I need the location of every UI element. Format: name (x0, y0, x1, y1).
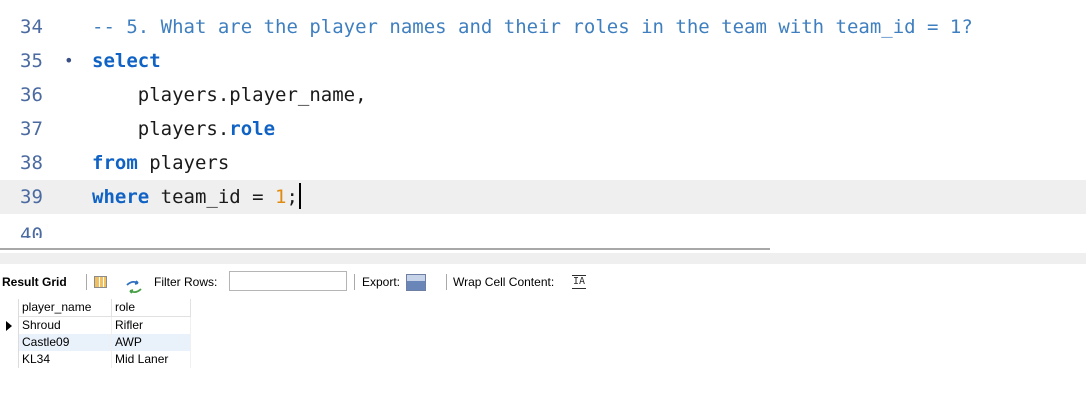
code-token: ; (286, 186, 298, 208)
result-grid-tab[interactable]: Result Grid (2, 268, 67, 296)
code-token: select (92, 50, 161, 72)
line-number: 38 (20, 152, 43, 174)
code-token: team_id = (149, 186, 276, 208)
code-text[interactable]: select (92, 44, 161, 78)
filter-rows-label: Filter Rows: (154, 275, 218, 289)
table-row[interactable]: Shroud Rifler (0, 316, 191, 334)
export-icon[interactable] (406, 274, 426, 291)
code-token: players. (92, 118, 230, 140)
cell-role[interactable]: Mid Laner (111, 351, 191, 368)
row-header[interactable] (0, 351, 19, 368)
code-text[interactable]: players.role (92, 112, 275, 146)
line-number: 40 (20, 224, 43, 238)
wrap-cell-icon[interactable]: IA (572, 275, 587, 289)
editor-line[interactable]: 36 players.player_name, (0, 78, 1086, 112)
line-number: 34 (20, 16, 43, 38)
table-row[interactable]: KL34 Mid Laner (0, 351, 191, 368)
code-token: players (137, 152, 230, 174)
cell-role[interactable]: Rifler (111, 316, 191, 334)
cell-player-name[interactable]: Shroud (18, 316, 112, 334)
column-header-player-name[interactable]: player_name (18, 299, 112, 317)
filter-rows-input[interactable] (229, 271, 347, 291)
wrap-cell-content-label: Wrap Cell Content: (453, 275, 555, 289)
row-header[interactable] (0, 334, 19, 351)
editor-line[interactable]: 35 • select (0, 44, 1086, 78)
row-header-corner (0, 299, 19, 317)
cell-role[interactable]: AWP (111, 334, 191, 351)
editor-line[interactable]: 38 from players (0, 146, 1086, 180)
cell-player-name[interactable]: Castle09 (18, 334, 112, 351)
line-number: 39 (20, 186, 43, 208)
column-header-role[interactable]: role (111, 299, 191, 317)
editor-line[interactable]: 34 -- 5. What are the player names and th… (0, 10, 1086, 44)
table-row[interactable]: Castle09 AWP (0, 334, 191, 351)
toolbar-divider (446, 274, 447, 290)
code-text[interactable]: -- 5. What are the player names and thei… (92, 10, 973, 44)
cell-player-name[interactable]: KL34 (18, 351, 112, 368)
line-number: 37 (20, 118, 43, 140)
code-token: players.player_name, (92, 84, 367, 106)
code-token: where (92, 186, 150, 208)
code-text[interactable]: where team_id = 1; (92, 180, 301, 214)
current-row-pointer-icon (6, 320, 12, 331)
toolbar-divider (86, 274, 87, 290)
code-token: -- 5. What are the player names and thei… (92, 16, 973, 38)
editor-horizontal-scrollbar[interactable] (0, 248, 770, 250)
result-grid-icon[interactable] (94, 276, 107, 288)
editor-line[interactable]: 39 where team_id = 1; (0, 180, 1086, 214)
line-number: 33 (20, 0, 43, 10)
code-token: 1 (275, 186, 287, 208)
sql-editor[interactable]: 33 34 -- 5. What are the player names and… (0, 0, 1086, 238)
export-label: Export: (362, 275, 401, 289)
result-grid[interactable]: player_name role Shroud Rifler Castle09 … (0, 299, 191, 368)
toolbar-divider (354, 274, 355, 290)
code-text[interactable]: from players (92, 146, 229, 180)
grid-header-row: player_name role (0, 299, 191, 317)
code-text[interactable]: players.player_name, (92, 78, 367, 112)
text-caret (298, 183, 301, 209)
row-header[interactable] (0, 316, 19, 334)
editor-line[interactable]: 37 players.role (0, 112, 1086, 146)
statement-marker-icon: • (64, 51, 74, 70)
panel-splitter[interactable] (0, 253, 1086, 264)
result-toolbar: Result Grid Filter Rows: Export: Wrap Ce… (0, 268, 1086, 296)
line-number: 36 (20, 84, 43, 106)
code-token: from (92, 152, 138, 174)
code-token: role (229, 118, 276, 140)
line-number: 35 (20, 50, 43, 72)
